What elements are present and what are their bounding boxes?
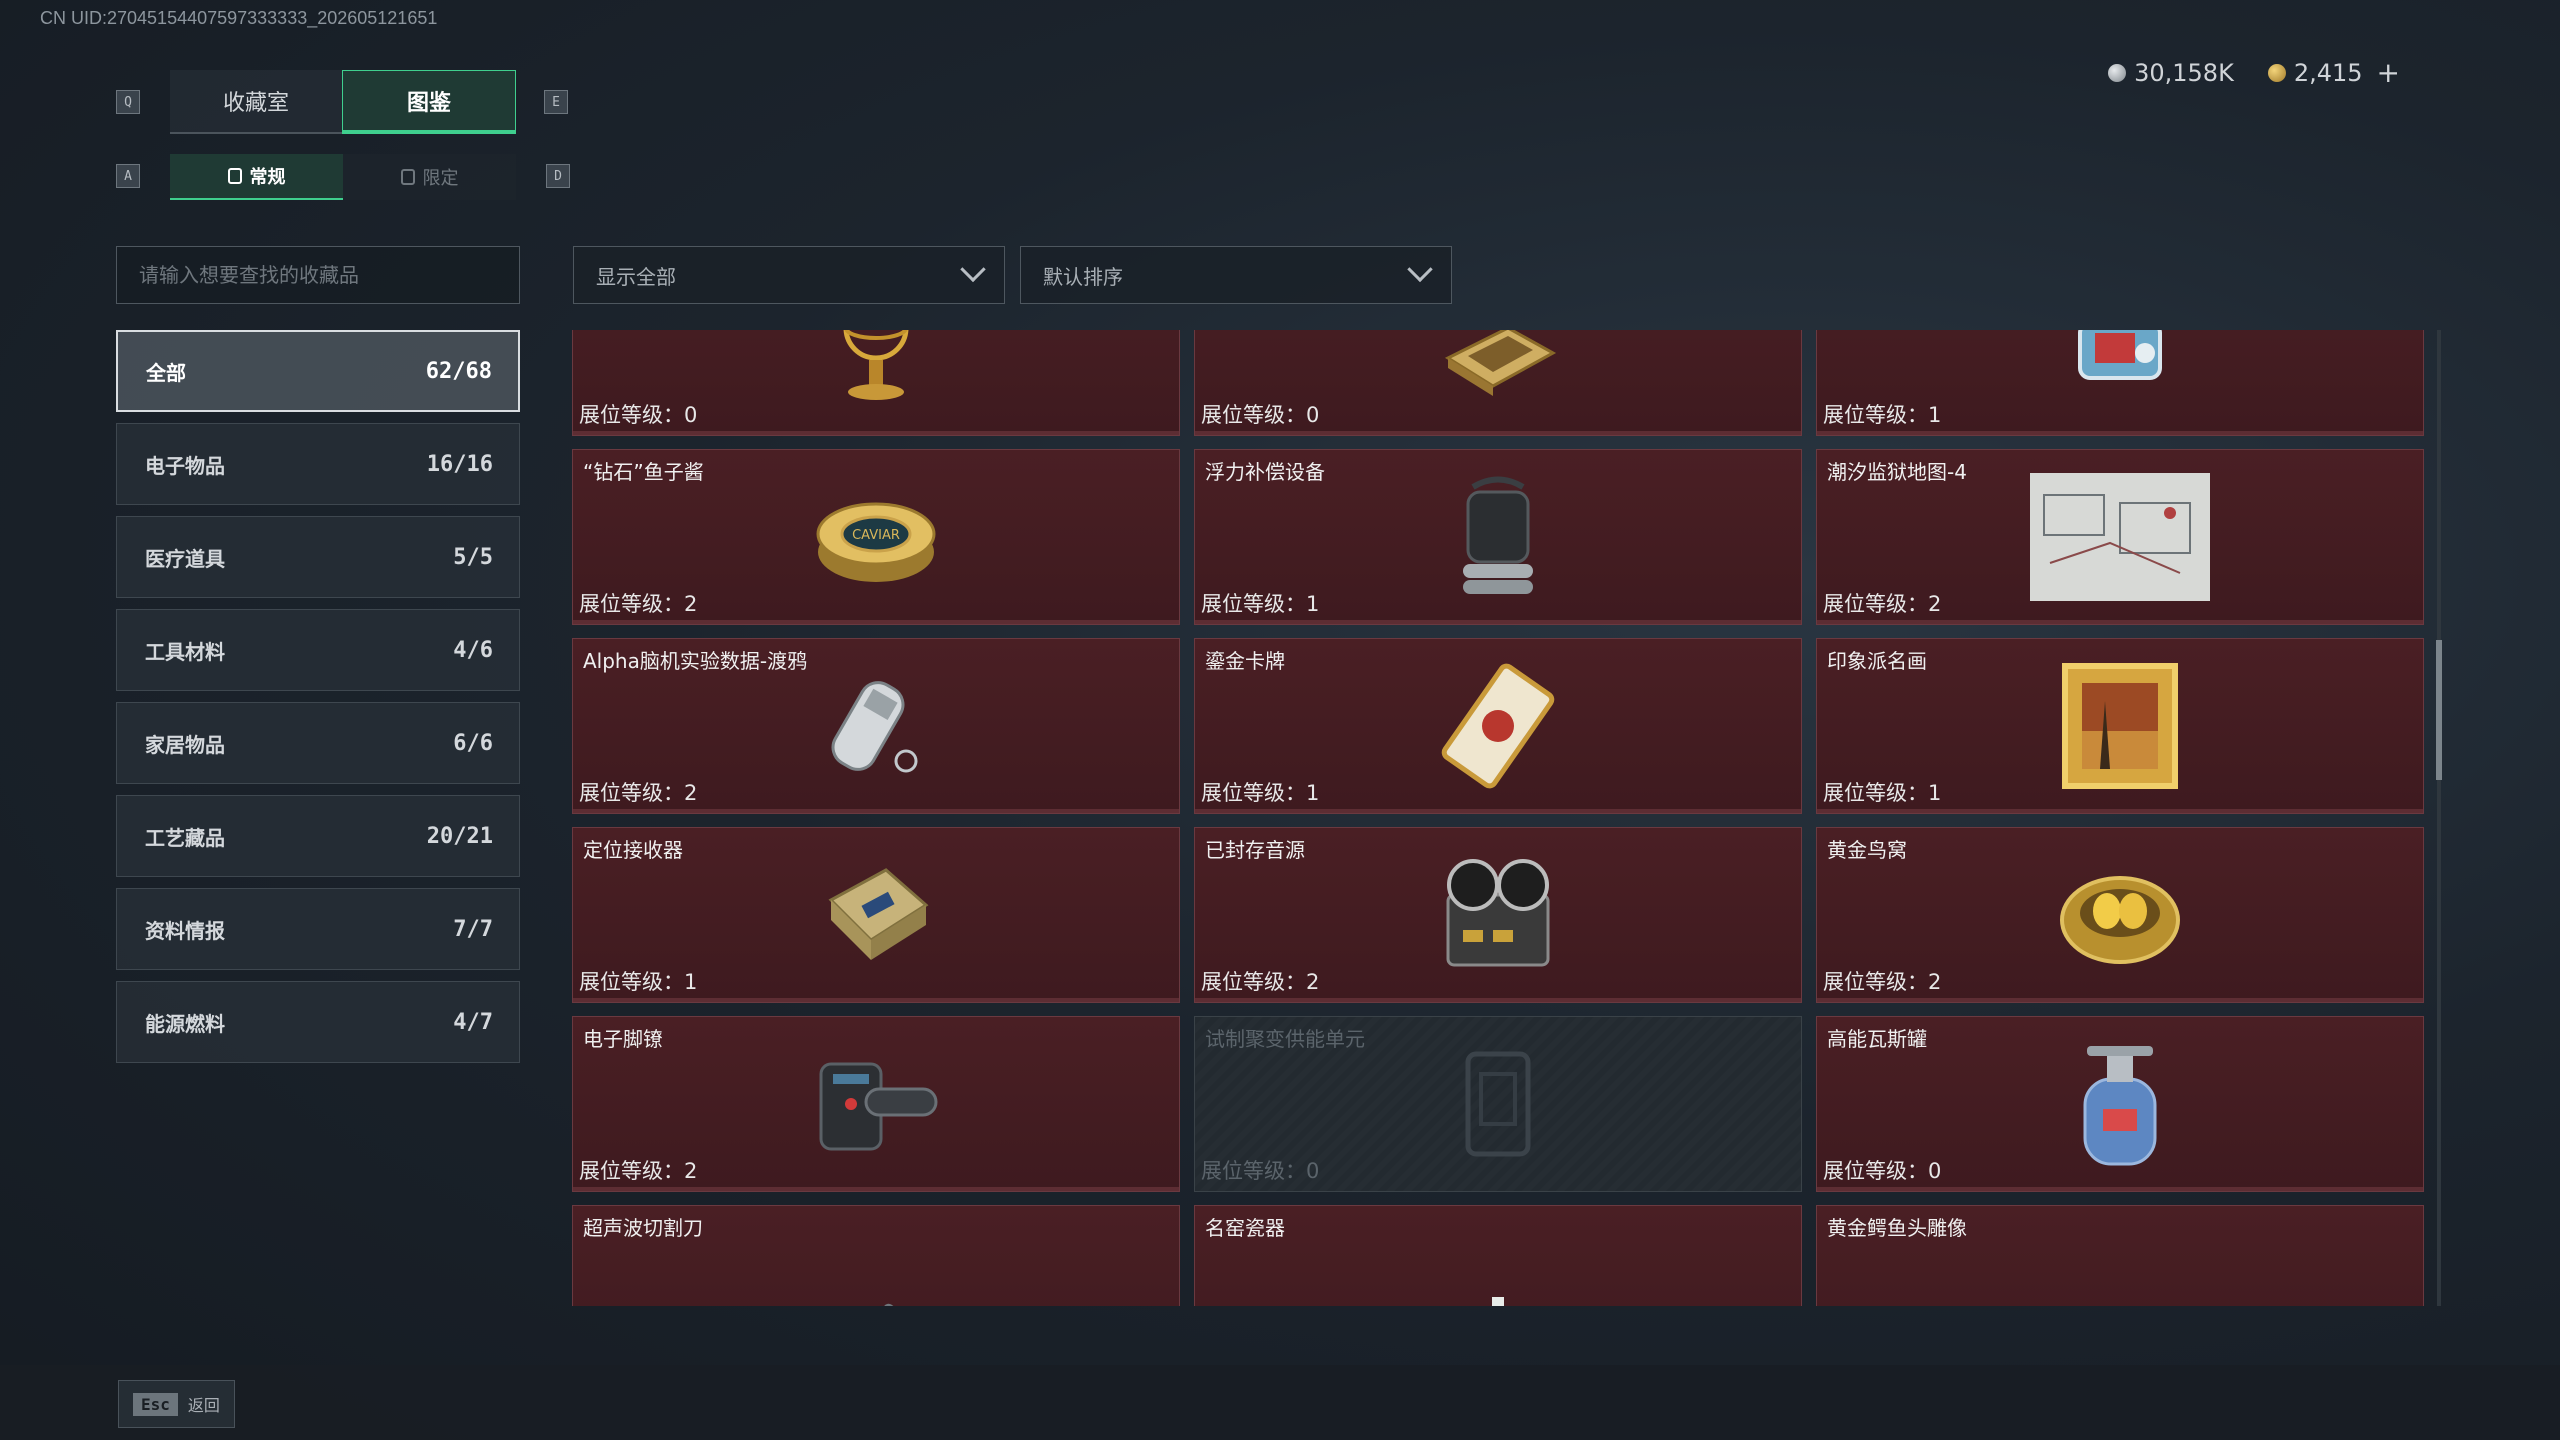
item-card[interactable]: 展位等级：0: [1194, 330, 1802, 436]
item-card[interactable]: Alpha脑机实验数据-渡鸦 展位等级：2: [572, 638, 1180, 814]
level-label: 展位等级：1: [1823, 403, 1942, 427]
item-card[interactable]: 高能瓦斯罐 展位等级：0: [1816, 1016, 2424, 1192]
subtab-regular[interactable]: 常规: [170, 154, 343, 200]
ankle-monitor-icon: [811, 1039, 941, 1169]
scrollbar-track[interactable]: [2437, 330, 2441, 1306]
level-label: 展位等级：1: [1201, 781, 1320, 805]
bottle-icon: [227, 168, 242, 184]
tab-collection-room[interactable]: 收藏室: [170, 70, 342, 134]
category-electronics[interactable]: 电子物品 16/16: [116, 423, 520, 505]
uid-text: CN UID:27045154407597333333_202605121651: [40, 8, 438, 28]
item-card[interactable]: 电子脚镣 展位等级：2: [572, 1016, 1180, 1192]
bcd-vest-icon: [1433, 472, 1563, 602]
gold-card-icon: [1433, 661, 1563, 791]
silver-currency: 30,158K: [2108, 59, 2234, 87]
currency-bar: 30,158K 2,415 +: [2108, 56, 2400, 89]
gold-croc-icon: [2055, 1272, 2185, 1307]
key-hint-prev-sub: A: [116, 164, 140, 188]
fusion-unit-icon: [1433, 1039, 1563, 1169]
level-label: 展位等级：0: [579, 403, 698, 427]
silver-coin-icon: [2108, 63, 2127, 82]
data-cylinder-icon: [811, 661, 941, 791]
item-card[interactable]: 展位等级：1: [1816, 330, 2424, 436]
category-tools[interactable]: 工具材料 4/6: [116, 609, 520, 691]
category-household[interactable]: 家居物品 6/6: [116, 702, 520, 784]
subtab-limited[interactable]: 限定: [343, 154, 516, 200]
cutter-icon: [811, 1272, 941, 1306]
gas-canister-icon: [2055, 1039, 2185, 1169]
item-card-locked[interactable]: 试制聚变供能单元 展位等级：0: [1194, 1016, 1802, 1192]
level-label: 展位等级：2: [1823, 970, 1942, 994]
category-intel[interactable]: 资料情报 7/7: [116, 888, 520, 970]
sort-dropdown[interactable]: 默认排序: [1020, 246, 1452, 304]
item-card[interactable]: 超声波切割刀: [572, 1205, 1180, 1306]
golden-nest-icon: [2055, 850, 2185, 980]
category-energy[interactable]: 能源燃料 4/7: [116, 981, 520, 1063]
sub-tabs: 常规 限定: [170, 154, 516, 200]
armillary-sphere-icon: [811, 330, 941, 413]
reel-recorder-icon: [1433, 850, 1563, 980]
level-label: 展位等级：0: [1823, 1159, 1942, 1183]
item-card[interactable]: 已封存音源 展位等级：2: [1194, 827, 1802, 1003]
item-card[interactable]: 鎏金卡牌 展位等级：1: [1194, 638, 1802, 814]
key-hint-next-sub: D: [546, 164, 570, 188]
item-card[interactable]: CAVIAR “钻石”鱼子酱 展位等级：2: [572, 449, 1180, 625]
image-icon: [400, 169, 415, 185]
level-label: 展位等级：2: [1201, 970, 1320, 994]
search-input[interactable]: [116, 246, 520, 304]
collection-grid[interactable]: 展位等级：0 展位等级：0 展位等级：1 CAVIAR “钻石”鱼子酱 展位等级…: [572, 330, 2426, 1306]
machine-icon: [2055, 330, 2185, 413]
item-card[interactable]: 黄金鸟窝 展位等级：2: [1816, 827, 2424, 1003]
esc-key-hint: Esc: [133, 1392, 178, 1416]
caviar-tin-icon: CAVIAR: [811, 472, 941, 602]
level-label: 展位等级：2: [579, 592, 698, 616]
map-icon: [2030, 472, 2210, 602]
chevron-down-icon: [960, 256, 986, 283]
item-card[interactable]: 展位等级：0: [572, 330, 1180, 436]
item-card[interactable]: 潮汐监狱地图-4 展位等级：2: [1816, 449, 2424, 625]
top-tabs: 收藏室 图鉴: [170, 70, 516, 134]
level-label: 展位等级：2: [579, 781, 698, 805]
gold-coin-icon: [2267, 63, 2286, 82]
level-label: 展位等级：1: [579, 970, 698, 994]
chevron-down-icon: [1407, 256, 1433, 283]
item-card[interactable]: 浮力补偿设备 展位等级：1: [1194, 449, 1802, 625]
bottom-bar: [0, 1365, 2560, 1440]
scrollbar-thumb[interactable]: [2436, 640, 2442, 780]
category-list: 全部 62/68 电子物品 16/16 医疗道具 5/5 工具材料 4/6 家居物品 6/…: [116, 330, 520, 1074]
level-label: 展位等级：1: [1823, 781, 1942, 805]
chess-board-icon: [1433, 330, 1563, 413]
category-all[interactable]: 全部 62/68: [116, 330, 520, 412]
level-label: 展位等级：0: [1201, 1159, 1320, 1183]
item-card[interactable]: 黄金鳄鱼头雕像: [1816, 1205, 2424, 1306]
tab-codex[interactable]: 图鉴: [342, 70, 516, 134]
item-card[interactable]: 定位接收器 展位等级：1: [572, 827, 1180, 1003]
item-card[interactable]: 名窑瓷器: [1194, 1205, 1802, 1306]
framed-painting-icon: [2055, 661, 2185, 791]
gold-currency: 2,415 +: [2267, 56, 2400, 89]
category-medical[interactable]: 医疗道具 5/5: [116, 516, 520, 598]
add-currency-button[interactable]: +: [2377, 56, 2400, 89]
back-button[interactable]: Esc 返回: [118, 1380, 235, 1428]
svg-text:CAVIAR: CAVIAR: [852, 528, 900, 543]
item-card[interactable]: 印象派名画 展位等级：1: [1816, 638, 2424, 814]
receiver-icon: [811, 850, 941, 980]
filter-dropdown[interactable]: 显示全部: [573, 246, 1005, 304]
key-hint-prev-tab: Q: [116, 90, 140, 114]
category-crafts[interactable]: 工艺藏品 20/21: [116, 795, 520, 877]
level-label: 展位等级：2: [579, 1159, 698, 1183]
level-label: 展位等级：0: [1201, 403, 1320, 427]
level-label: 展位等级：1: [1201, 592, 1320, 616]
key-hint-next-tab: E: [544, 90, 568, 114]
porcelain-icon: [1433, 1272, 1563, 1306]
level-label: 展位等级：2: [1823, 592, 1942, 616]
